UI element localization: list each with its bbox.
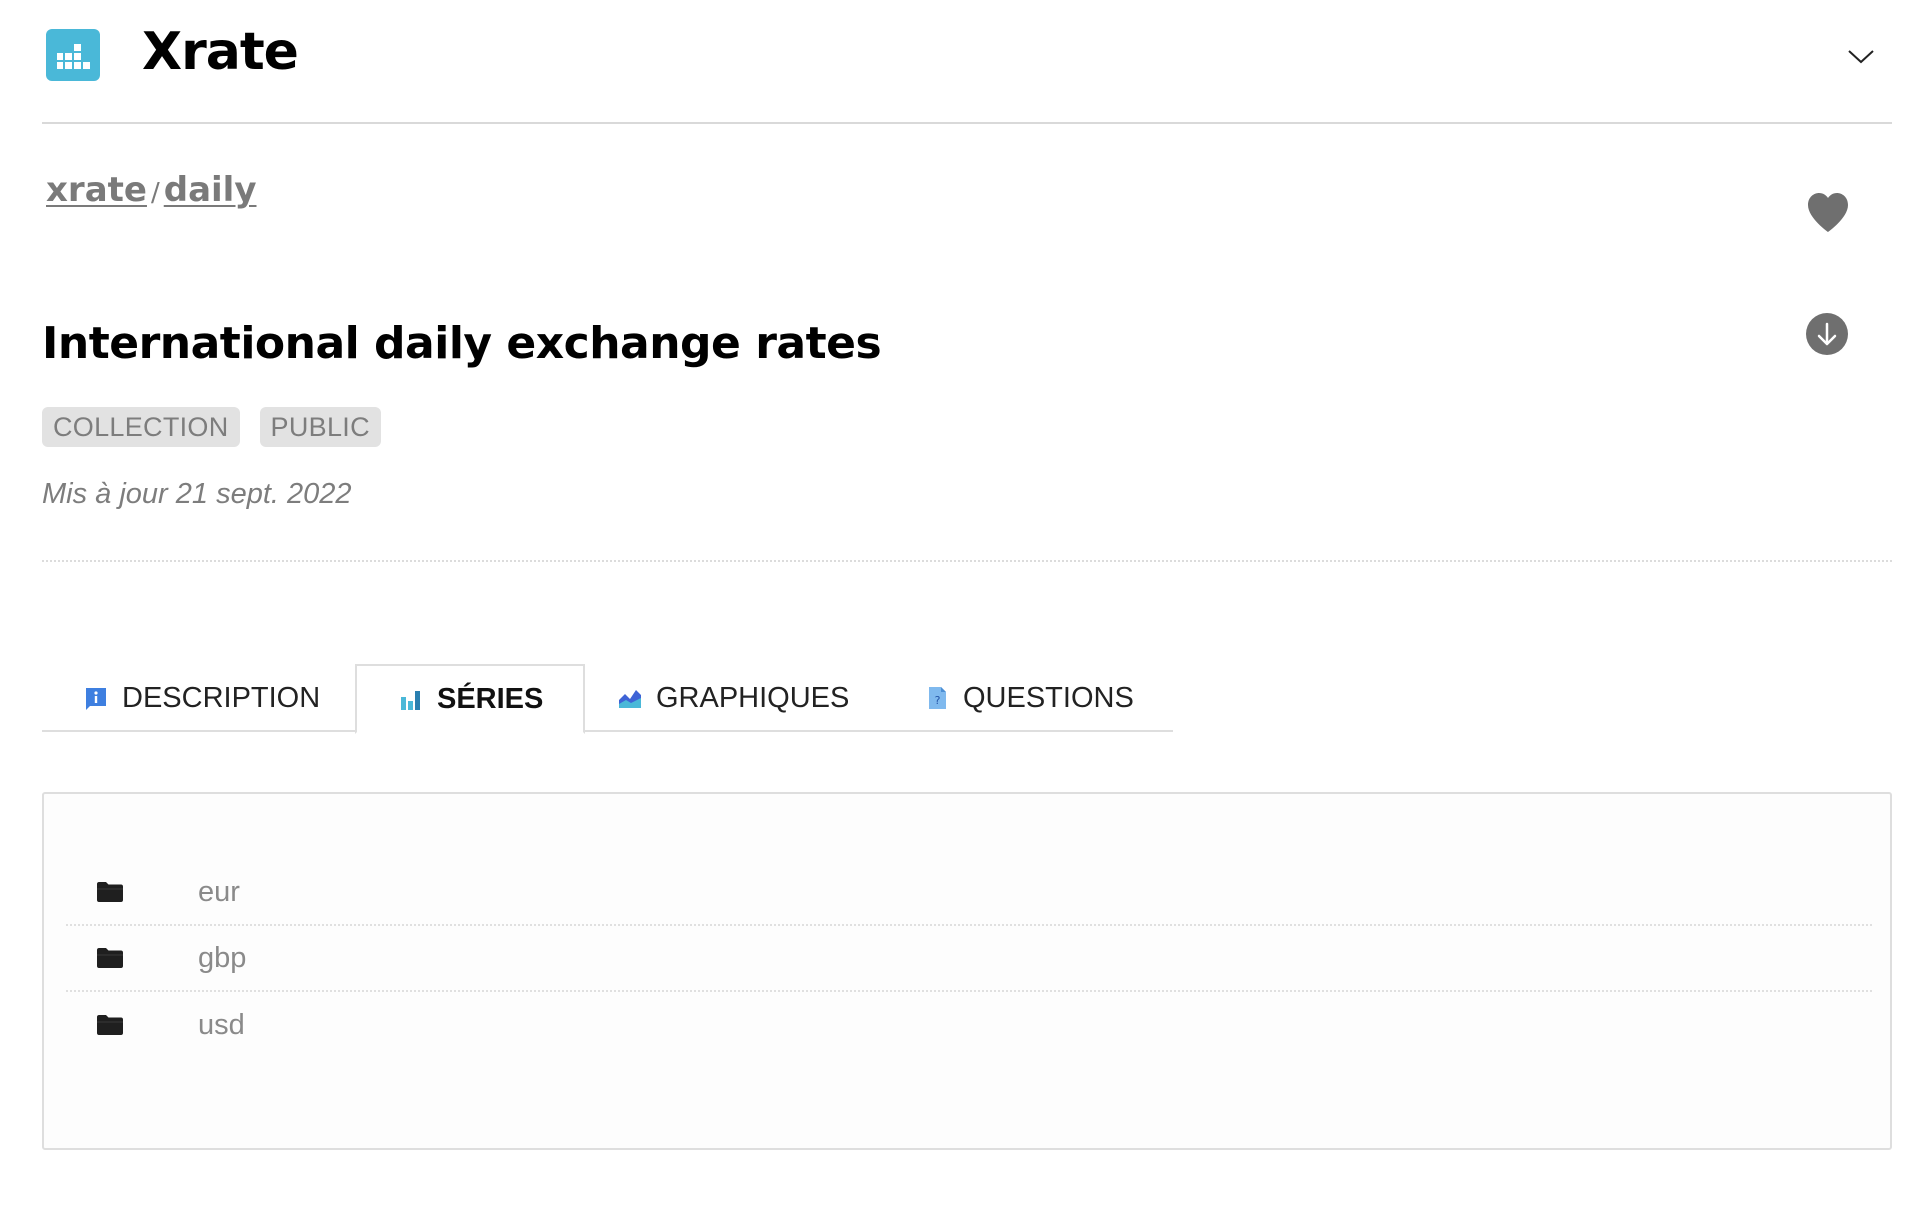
- section-divider: [42, 560, 1892, 562]
- list-item[interactable]: gbp: [66, 926, 1872, 992]
- list-item[interactable]: usd: [66, 992, 1872, 1058]
- tab-label: GRAPHIQUES: [656, 681, 850, 714]
- info-icon: [86, 688, 106, 710]
- breadcrumb: xrate / daily: [46, 170, 257, 210]
- tab-label: SÉRIES: [437, 682, 544, 715]
- page: Xrate xrate / daily International daily ex…: [0, 0, 1924, 1232]
- tab-label: QUESTIONS: [963, 681, 1134, 714]
- list-item[interactable]: eur: [66, 860, 1872, 926]
- breadcrumb-dataset-link[interactable]: daily: [164, 170, 257, 210]
- folder-icon: [97, 948, 123, 968]
- tab-description[interactable]: DESCRIPTION: [84, 664, 320, 732]
- download-button[interactable]: [1806, 313, 1848, 355]
- svg-text:?: ?: [935, 694, 941, 707]
- series-name: gbp: [198, 941, 247, 974]
- arrow-down-icon: [1817, 322, 1837, 346]
- tab-questions[interactable]: ? QUESTIONS: [925, 664, 1134, 732]
- breadcrumb-owner-link[interactable]: xrate: [46, 170, 147, 210]
- app-logo-icon[interactable]: [46, 29, 100, 81]
- updated-timestamp: Mis à jour 21 sept. 2022: [42, 478, 352, 510]
- area-chart-icon: [619, 690, 641, 708]
- question-doc-icon: ?: [929, 687, 946, 709]
- series-name: eur: [198, 875, 240, 908]
- tab-graphiques[interactable]: GRAPHIQUES: [618, 664, 849, 732]
- collection-badge: COLLECTION: [42, 407, 240, 447]
- public-badge: PUBLIC: [259, 407, 381, 447]
- folder-icon: [97, 1015, 123, 1035]
- breadcrumb-separator: /: [150, 178, 160, 208]
- top-header: Xrate: [42, 0, 1892, 124]
- tab-bar: DESCRIPTION SÉRIES GRAPHIQUES ? QUESTION…: [42, 664, 1173, 734]
- chevron-down-icon[interactable]: [1846, 44, 1876, 68]
- folder-icon: [97, 882, 123, 902]
- tab-series[interactable]: SÉRIES: [355, 664, 586, 734]
- bar-chart-icon: [401, 691, 420, 710]
- series-panel: eur gbp usd: [42, 792, 1892, 1150]
- badge-group: COLLECTION PUBLIC: [42, 407, 381, 447]
- tab-label: DESCRIPTION: [122, 681, 321, 714]
- brand-name[interactable]: Xrate: [142, 22, 299, 82]
- heart-icon[interactable]: [1806, 192, 1850, 234]
- series-name: usd: [198, 1008, 245, 1041]
- page-title: International daily exchange rates: [42, 318, 882, 369]
